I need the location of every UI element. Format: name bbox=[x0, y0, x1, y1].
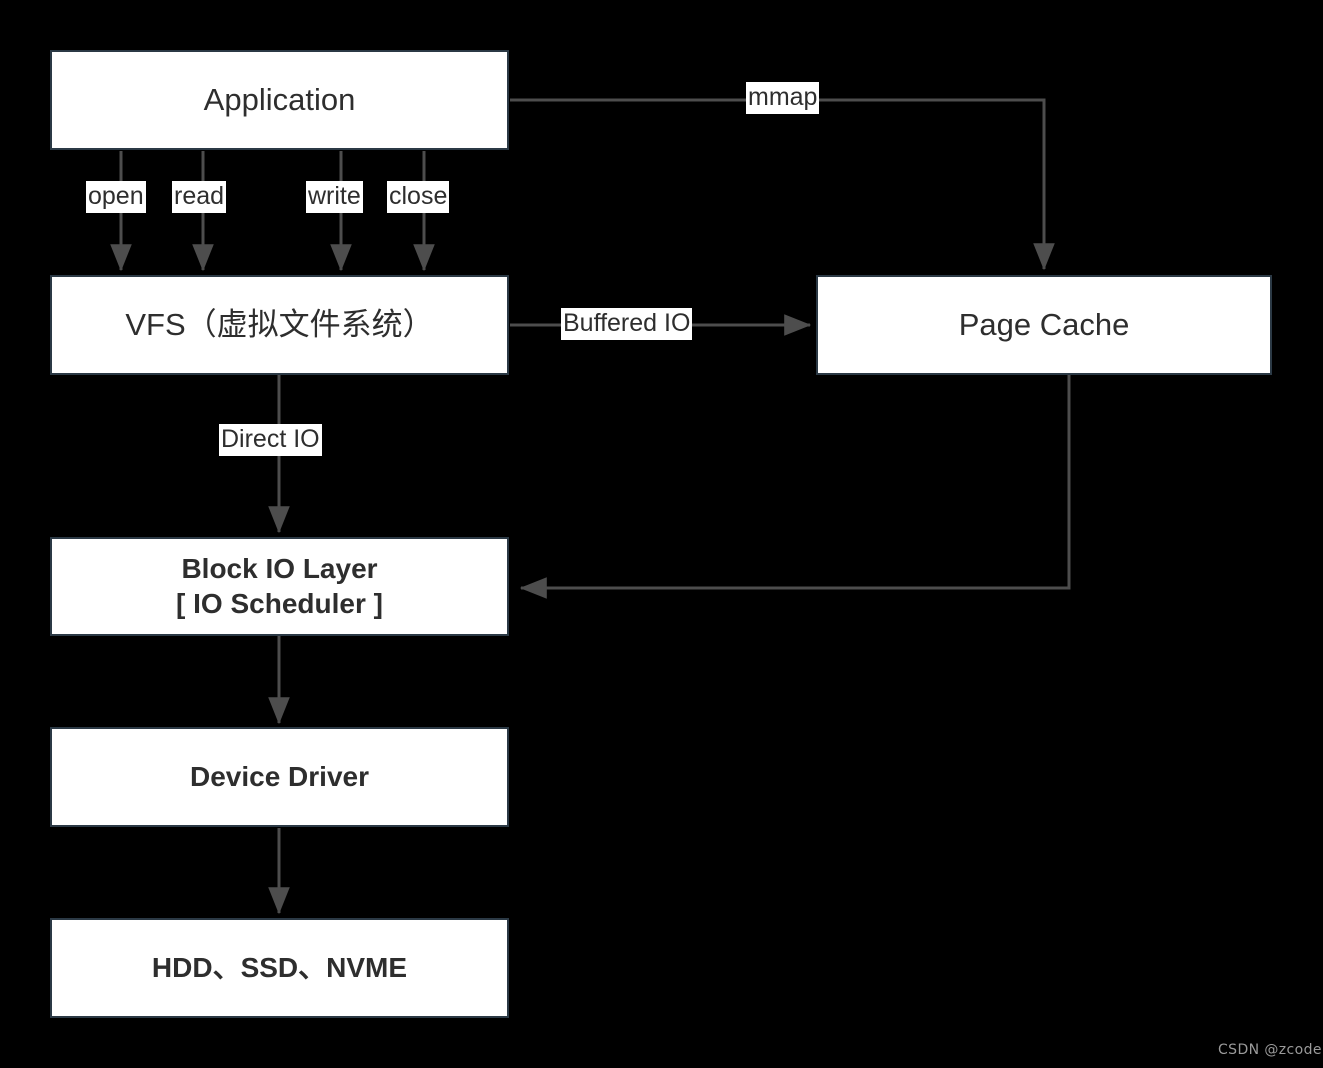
node-application-label: Application bbox=[203, 82, 356, 118]
edge-label-read: read bbox=[172, 181, 227, 213]
edge-pagecache-to-blockio bbox=[519, 375, 1071, 599]
edge-label-close: close bbox=[387, 181, 450, 213]
node-device-driver[interactable]: Device Driver bbox=[50, 727, 509, 827]
node-block-io-layer-label: Block IO Layer [ IO Scheduler ] bbox=[176, 553, 383, 619]
node-page-cache-label: Page Cache bbox=[958, 307, 1130, 343]
node-storage-devices[interactable]: HDD、SSD、NVME bbox=[50, 918, 509, 1018]
node-page-cache[interactable]: Page Cache bbox=[816, 275, 1272, 375]
edge-mmap bbox=[510, 98, 1055, 271]
node-device-driver-label: Device Driver bbox=[189, 760, 369, 792]
edge-label-mmap: mmap bbox=[746, 82, 820, 114]
edge-label-write: write bbox=[306, 181, 363, 213]
node-vfs-label: VFS（虚拟文件系统） bbox=[125, 307, 434, 343]
edge-label-direct-io: Direct IO bbox=[219, 424, 322, 456]
edge-label-buffered-io: Buffered IO bbox=[561, 308, 693, 340]
diagram-canvas: Application VFS（虚拟文件系统） Page Cache Block… bbox=[0, 0, 1323, 1068]
watermark: CSDN @zcoder. bbox=[1218, 1042, 1323, 1058]
node-block-io-layer[interactable]: Block IO Layer [ IO Scheduler ] bbox=[50, 537, 509, 636]
diagram-edges bbox=[110, 98, 1071, 915]
node-vfs[interactable]: VFS（虚拟文件系统） bbox=[50, 275, 509, 375]
node-application[interactable]: Application bbox=[50, 50, 509, 150]
node-storage-devices-label: HDD、SSD、NVME bbox=[151, 951, 408, 983]
edge-label-open: open bbox=[86, 181, 146, 213]
